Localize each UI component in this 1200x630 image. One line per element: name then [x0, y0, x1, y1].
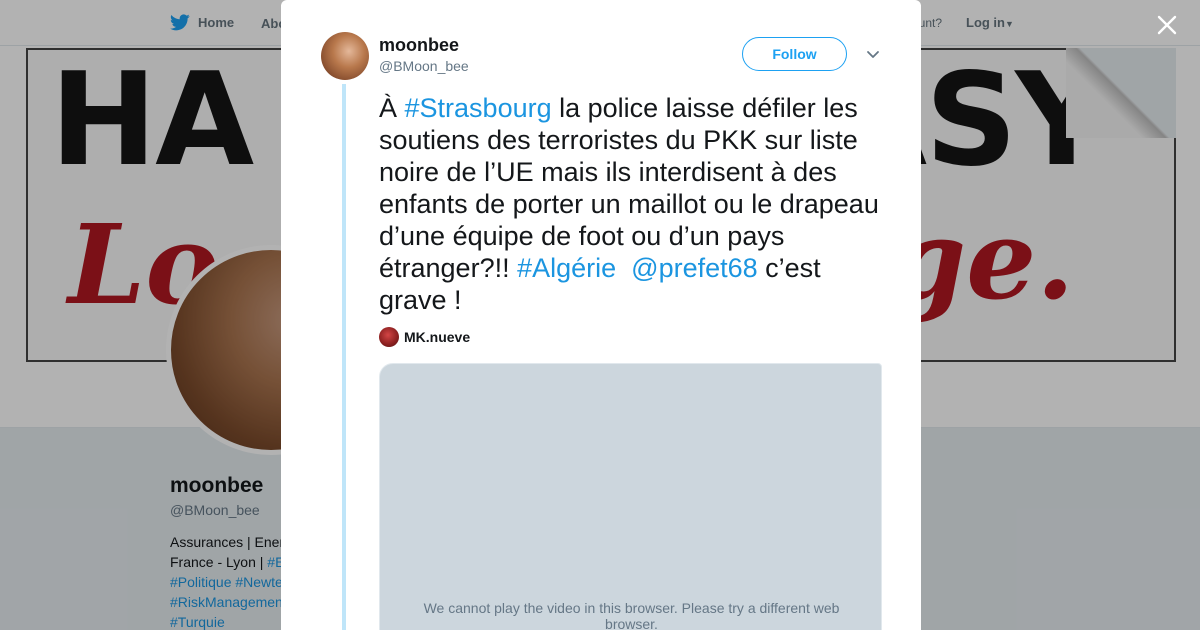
close-icon[interactable] — [1154, 12, 1180, 38]
tweet-modal: moonbee @BMoon_bee Follow À #Strasbourg … — [281, 0, 921, 630]
tweet-text: À #Strasbourg la police laisse défiler l… — [379, 92, 889, 316]
media-author-avatar — [379, 327, 399, 347]
tweet-text-segment: À — [379, 93, 405, 123]
author-avatar[interactable] — [321, 32, 369, 80]
chevron-down-icon[interactable] — [865, 46, 881, 62]
hashtag-link[interactable]: #Strasbourg — [405, 93, 552, 123]
video-error-message: We cannot play the video in this browser… — [423, 600, 840, 630]
author-name[interactable]: moonbee — [379, 35, 459, 56]
mention-link[interactable]: @prefet68 — [631, 253, 757, 283]
thread-line — [342, 84, 346, 630]
hashtag-link[interactable]: #Algérie — [517, 253, 616, 283]
follow-button[interactable]: Follow — [742, 37, 847, 71]
media-author-name: MK.nueve — [404, 329, 471, 345]
tweet-text-spacer — [616, 253, 631, 283]
media-attribution[interactable]: MK.nueve — [379, 327, 470, 347]
author-handle[interactable]: @BMoon_bee — [379, 58, 469, 74]
video-player[interactable]: We cannot play the video in this browser… — [379, 363, 882, 630]
